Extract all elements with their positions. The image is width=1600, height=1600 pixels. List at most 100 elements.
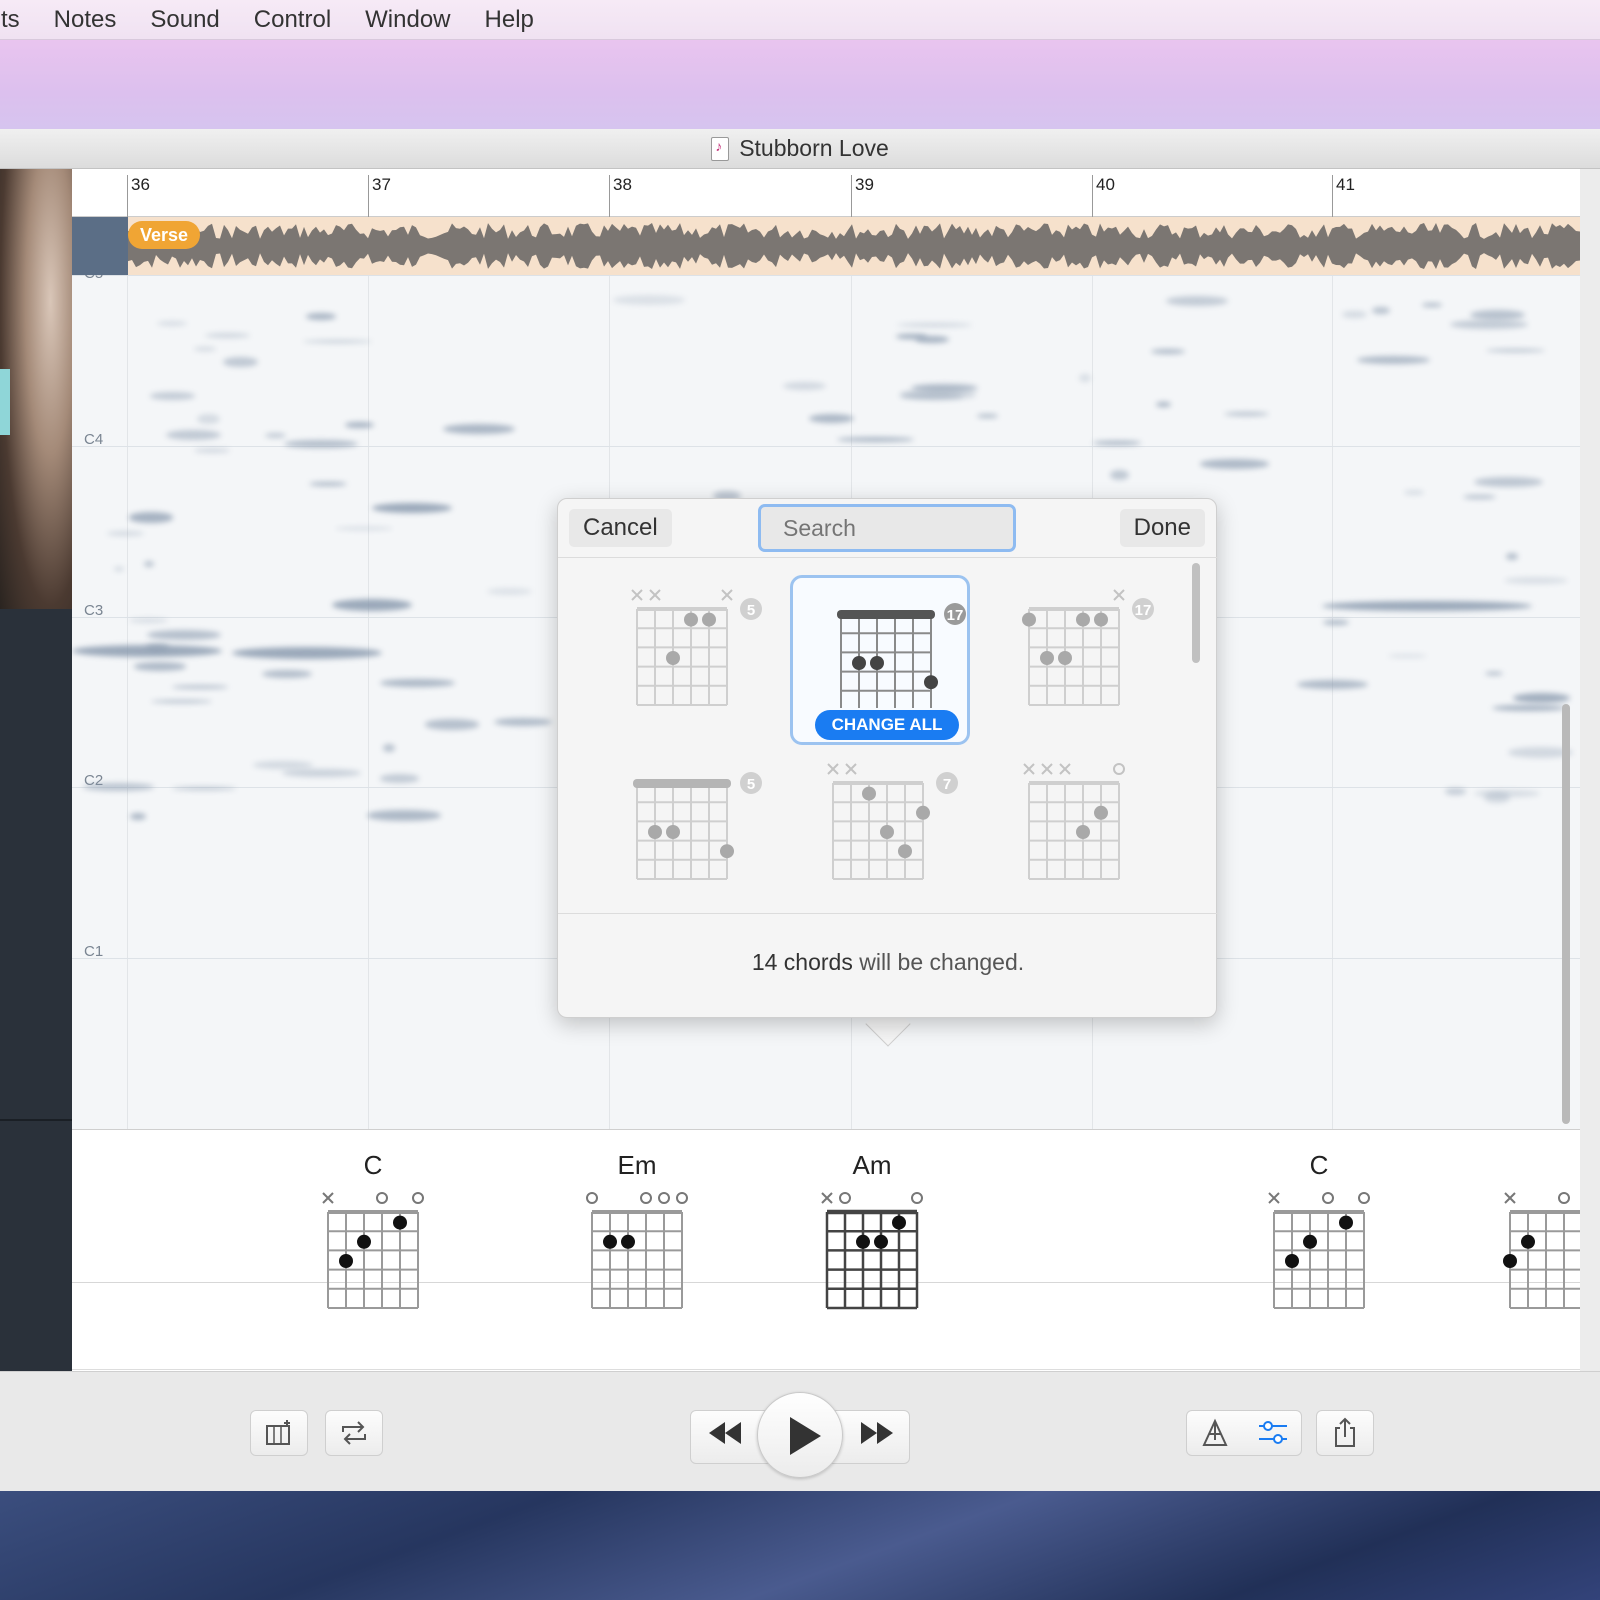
pitch-trace bbox=[486, 588, 533, 596]
voicing-option-selected[interactable]: 17 CHANGE ALL bbox=[790, 575, 970, 745]
fast-forward-button[interactable] bbox=[848, 1410, 906, 1456]
pitch-trace bbox=[264, 432, 286, 439]
voicing-option[interactable]: 7 bbox=[787, 753, 967, 923]
pitch-trace bbox=[283, 439, 359, 449]
desktop-wallpaper bbox=[0, 1491, 1600, 1600]
search-input[interactable] bbox=[758, 504, 1016, 552]
pitch-trace bbox=[129, 813, 147, 821]
chord-diagram bbox=[821, 1192, 923, 1310]
done-button[interactable]: Done bbox=[1119, 509, 1205, 547]
menu-bar: ts Notes Sound Control Window Help bbox=[0, 0, 1600, 40]
document-icon bbox=[711, 136, 730, 161]
pitch-trace bbox=[72, 645, 222, 657]
pitch-trace bbox=[261, 670, 312, 679]
popover-scrollbar[interactable] bbox=[1192, 563, 1200, 663]
pitch-trace bbox=[147, 629, 222, 640]
bar-number: 39 bbox=[851, 175, 874, 217]
sidebar bbox=[0, 169, 72, 1371]
title-bar: Stubborn Love bbox=[0, 129, 1600, 169]
pitch-trace bbox=[332, 599, 412, 611]
share-button[interactable] bbox=[1316, 1410, 1374, 1456]
voicing-option[interactable]: 17 bbox=[983, 579, 1163, 749]
pitch-trace bbox=[1444, 788, 1467, 795]
svg-text:17: 17 bbox=[947, 607, 964, 624]
pitch-trace bbox=[900, 392, 964, 399]
chord-voicing-popover: Cancel Done 5 17 CHANGE ALL 17 5 7 14 ch… bbox=[557, 498, 1218, 1018]
octave-label: C4 bbox=[84, 431, 104, 448]
change-all-button[interactable]: CHANGE ALL bbox=[815, 710, 959, 740]
pitch-trace bbox=[305, 312, 336, 320]
chord-c[interactable]: C bbox=[1264, 1150, 1374, 1317]
menu-item-notes[interactable]: Notes bbox=[37, 0, 134, 40]
share-icon bbox=[1335, 1417, 1355, 1447]
pitch-trace bbox=[379, 679, 456, 687]
chord-count: 14 chords bbox=[751, 949, 853, 975]
pitch-trace bbox=[232, 647, 382, 659]
cancel-button[interactable]: Cancel bbox=[569, 509, 672, 547]
chord-em[interactable]: Em bbox=[582, 1150, 692, 1317]
pitch-trace bbox=[171, 684, 229, 689]
pitch-trace bbox=[128, 617, 169, 623]
chord-am[interactable]: Am bbox=[817, 1150, 927, 1317]
mixer-button[interactable] bbox=[1244, 1410, 1302, 1456]
chord-c[interactable]: C bbox=[318, 1150, 428, 1317]
menu-item-sound[interactable]: Sound bbox=[133, 0, 236, 40]
track-settings-button[interactable] bbox=[250, 1410, 308, 1456]
menu-item-help[interactable]: Help bbox=[468, 0, 551, 40]
pitch-trace bbox=[303, 339, 373, 343]
sidebar-divider bbox=[0, 1119, 72, 1121]
fast-forward-icon bbox=[861, 1422, 893, 1444]
timeline-ruler[interactable]: 36 37 38 39 40 41 bbox=[72, 169, 1580, 217]
album-artwork[interactable] bbox=[0, 169, 72, 609]
vertical-scrollbar[interactable] bbox=[1562, 704, 1570, 1124]
chord-name: C bbox=[1309, 1150, 1329, 1180]
rewind-button[interactable] bbox=[696, 1410, 754, 1456]
rewind-icon bbox=[709, 1422, 741, 1444]
pitch-trace bbox=[194, 447, 231, 454]
mixer-icon bbox=[1259, 1421, 1287, 1444]
pitch-trace bbox=[895, 334, 928, 339]
bar-number: 37 bbox=[368, 175, 391, 217]
play-button[interactable] bbox=[757, 1392, 843, 1478]
menu-item-control[interactable]: Control bbox=[237, 0, 348, 40]
pitch-trace bbox=[1165, 295, 1229, 306]
desktop-background-top bbox=[0, 40, 1600, 129]
tuner-button[interactable] bbox=[1186, 1410, 1244, 1456]
pitch-trace bbox=[1199, 459, 1270, 469]
pitch-trace bbox=[1092, 441, 1141, 445]
loop-button[interactable] bbox=[325, 1410, 383, 1456]
svg-text:17: 17 bbox=[1135, 602, 1152, 619]
pitch-trace bbox=[83, 782, 154, 791]
audio-region[interactable] bbox=[72, 217, 1580, 275]
pitch-trace bbox=[1150, 348, 1186, 355]
pitch-trace bbox=[1421, 303, 1443, 308]
pitch-trace bbox=[222, 357, 258, 367]
menu-item-ts[interactable]: ts bbox=[0, 0, 37, 40]
pitch-trace bbox=[150, 699, 212, 704]
chord-partial[interactable] bbox=[1500, 1150, 1580, 1317]
octave-label: C1 bbox=[84, 943, 104, 960]
track-settings-icon bbox=[266, 1420, 290, 1445]
chord-name: C bbox=[363, 1150, 383, 1180]
pitch-trace bbox=[193, 347, 217, 352]
pitch-trace bbox=[334, 526, 393, 531]
svg-text:7: 7 bbox=[943, 776, 951, 793]
pitch-trace bbox=[309, 481, 347, 486]
tuner-icon bbox=[1202, 1418, 1228, 1446]
voicing-option[interactable] bbox=[983, 753, 1163, 923]
play-icon bbox=[790, 1417, 821, 1455]
svg-text:5: 5 bbox=[747, 776, 755, 793]
menu-item-window[interactable]: Window bbox=[348, 0, 467, 40]
pitch-trace bbox=[1474, 477, 1543, 488]
control-bar bbox=[0, 1371, 1600, 1491]
pitch-trace bbox=[1322, 619, 1349, 626]
section-label-verse[interactable]: Verse bbox=[128, 221, 201, 249]
pitch-trace bbox=[1470, 310, 1526, 321]
chord-name: Em bbox=[617, 1150, 657, 1180]
voicing-option[interactable]: 5 bbox=[591, 579, 771, 749]
chord-diagram bbox=[1503, 1192, 1580, 1309]
voicing-option[interactable]: 5 bbox=[591, 753, 771, 923]
pitch-trace bbox=[1155, 401, 1171, 408]
pitch-trace bbox=[150, 392, 196, 400]
pitch-trace bbox=[1297, 679, 1368, 690]
